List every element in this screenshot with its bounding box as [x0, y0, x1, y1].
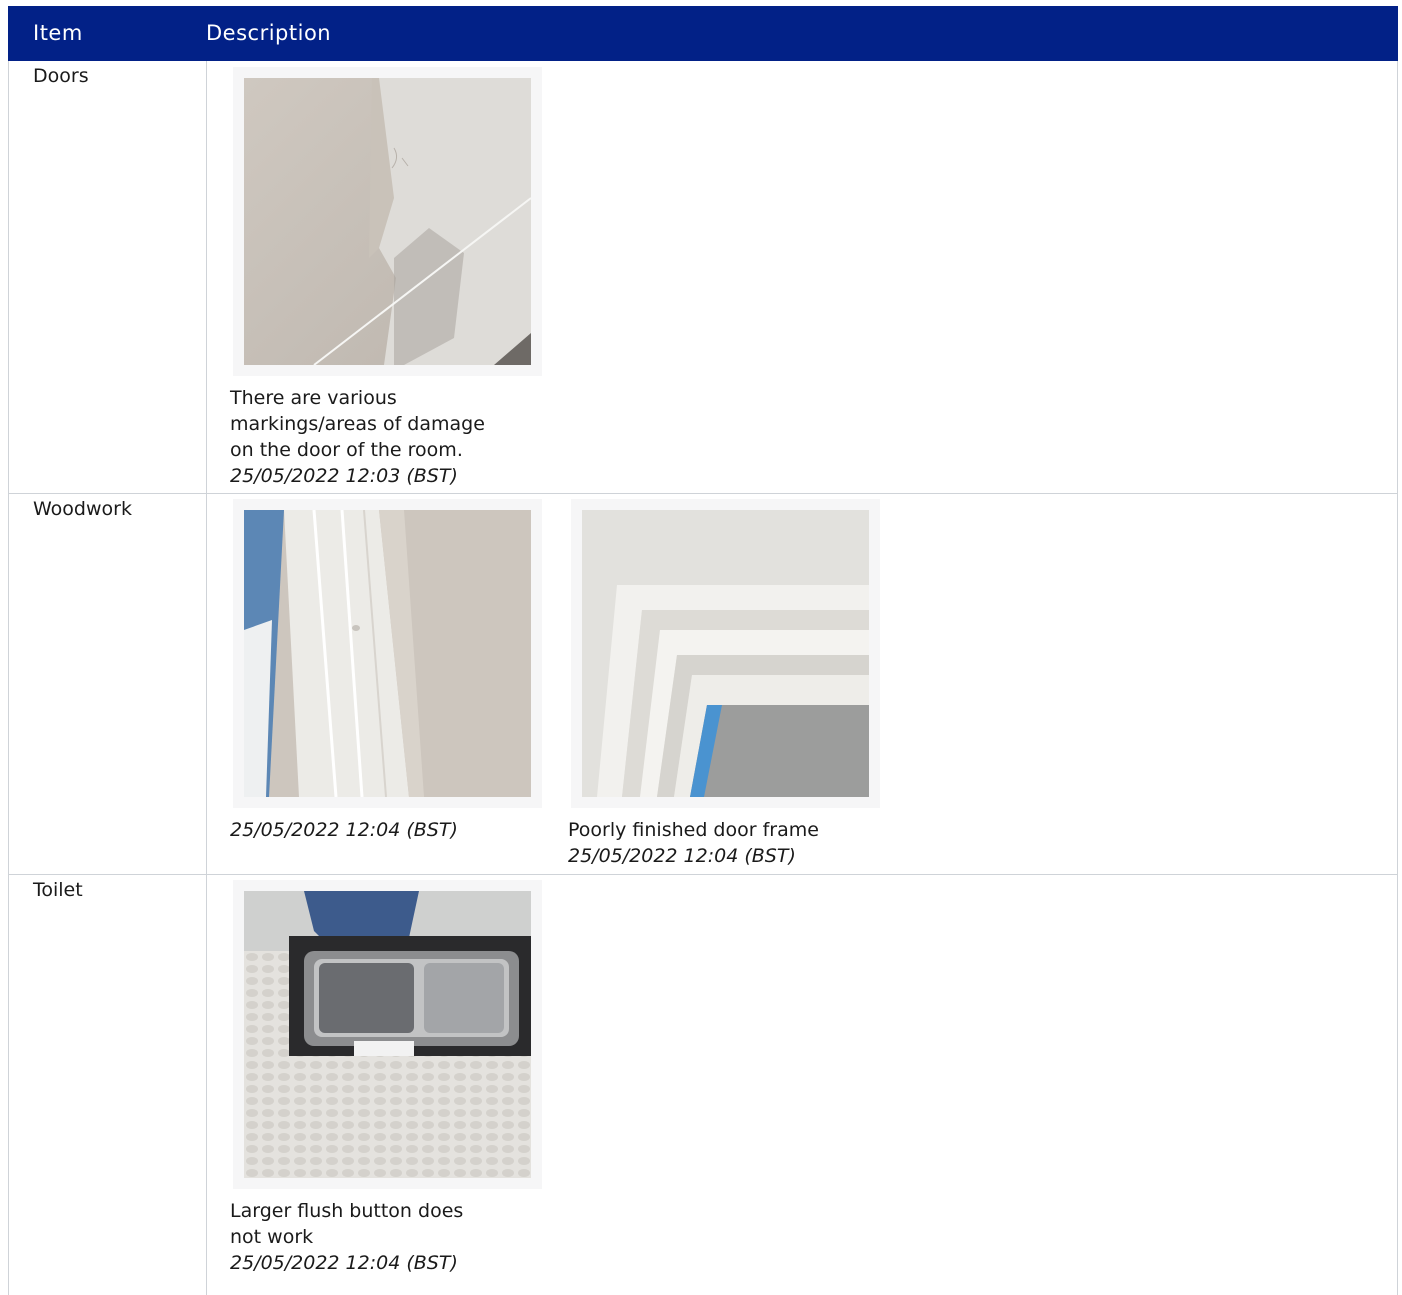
photo-caption: There are various markings/areas of dama… — [230, 385, 550, 489]
table-row-toilet: Toilet Larger flush button does not work… — [8, 875, 1398, 1295]
item-name: Toilet — [33, 879, 83, 901]
item-cell: Woodwork — [9, 494, 207, 874]
timestamp: 25/05/2022 12:04 (BST) — [568, 845, 796, 867]
woodwork-photo — [244, 510, 531, 797]
photo-card: There are various markings/areas of dama… — [230, 67, 550, 489]
item-cell: Doors — [9, 61, 207, 493]
photo-caption: 25/05/2022 12:04 (BST) — [230, 817, 550, 843]
item-name: Doors — [33, 65, 89, 87]
header-item: Item — [33, 21, 83, 45]
caption-line: on the door of the room. — [230, 439, 463, 461]
caption-line: There are various — [230, 387, 397, 409]
door-damage-photo — [244, 78, 531, 365]
caption-line: Larger flush button does — [230, 1200, 464, 1222]
caption-line: Poorly finished door frame — [568, 819, 819, 841]
caption-line: markings/areas of damage — [230, 413, 485, 435]
item-cell: Toilet — [9, 875, 207, 1295]
photo-card: 25/05/2022 12:04 (BST) — [230, 499, 550, 843]
photo-frame[interactable] — [233, 880, 542, 1189]
item-name: Woodwork — [33, 498, 132, 520]
photo-frame[interactable] — [233, 499, 542, 808]
table-row-woodwork: Woodwork 25/05/2022 12:04 (BST) Poorly f… — [8, 494, 1398, 875]
timestamp: 25/05/2022 12:03 (BST) — [230, 465, 458, 487]
photo-caption: Poorly finished door frame 25/05/2022 12… — [568, 817, 888, 869]
caption-line: not work — [230, 1226, 314, 1248]
flush-button-photo — [244, 891, 531, 1178]
photo-frame[interactable] — [233, 67, 542, 376]
header-description: Description — [206, 21, 332, 45]
photo-caption: Larger flush button does not work 25/05/… — [230, 1198, 550, 1276]
timestamp: 25/05/2022 12:04 (BST) — [230, 819, 458, 841]
timestamp: 25/05/2022 12:04 (BST) — [230, 1252, 458, 1274]
photo-card: Poorly finished door frame 25/05/2022 12… — [568, 499, 888, 869]
inspection-report: Item Description Doors There are various… — [8, 6, 1398, 1295]
table-row-doors: Doors There are various markings/areas o… — [8, 61, 1398, 494]
photo-card: Larger flush button does not work 25/05/… — [230, 880, 550, 1276]
door-frame-photo — [582, 510, 869, 797]
table-header: Item Description — [8, 6, 1398, 61]
photo-frame[interactable] — [571, 499, 880, 808]
